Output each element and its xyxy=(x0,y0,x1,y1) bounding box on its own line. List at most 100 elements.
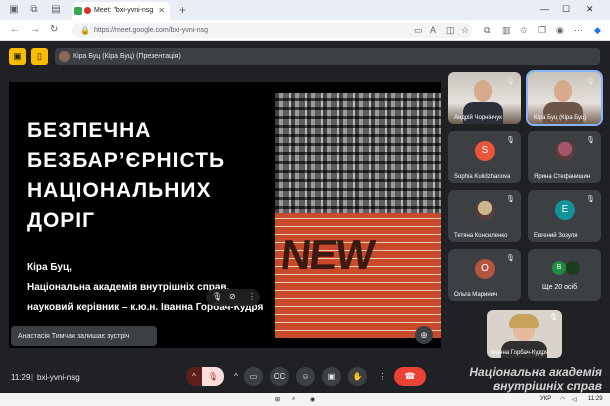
separator: | xyxy=(31,373,34,382)
profile-icon[interactable]: ◉ xyxy=(556,25,564,36)
slide-body: Кіра Буц, Національна академія внутрішні… xyxy=(27,258,277,318)
minimize-icon[interactable]: — xyxy=(540,4,549,14)
taskbar-clock: 11:29 xyxy=(588,396,603,402)
presenter-pill[interactable]: Кіра Буц (Кіра Буц) (Презентація) xyxy=(55,48,600,65)
more-avatar: B xyxy=(552,261,566,275)
search-icon[interactable]: ⌕ xyxy=(292,396,295,403)
favorite-star-icon[interactable]: ☆ xyxy=(461,25,469,36)
video-options-button[interactable]: ^ xyxy=(230,367,242,386)
captions-button[interactable]: CC xyxy=(270,367,289,386)
participant-avatar: S xyxy=(475,141,495,161)
read-aloud-icon[interactable]: A xyxy=(430,25,436,35)
tab-meet[interactable]: Meet: "bxi-yvni-nsg ✕ xyxy=(72,2,170,20)
participant-name: Sophia Kulidzhanova xyxy=(454,174,511,180)
participant-name: Тетяна Консиленко xyxy=(454,233,508,239)
participant-name: Ще 20 осіб xyxy=(542,284,578,291)
close-tab-icon[interactable]: ✕ xyxy=(158,6,165,15)
participant-photo xyxy=(555,141,575,161)
reload-icon[interactable]: ↻ xyxy=(50,24,58,35)
participant-tile[interactable]: B Ще 20 осіб xyxy=(528,249,601,301)
close-window-icon[interactable]: ✕ xyxy=(586,4,594,15)
presenter-avatar xyxy=(59,51,70,62)
meeting-clock: 11:29 xyxy=(11,373,31,382)
more-actions-button[interactable]: ⋮ xyxy=(373,367,392,386)
participant-face xyxy=(474,80,492,102)
mic-toggle-button[interactable]: 🎙 xyxy=(202,367,224,386)
participant-tile[interactable]: 🎙 Тетяна Консиленко xyxy=(448,190,521,242)
maximize-icon[interactable]: ☐ xyxy=(562,4,570,15)
watermark-line2: внутрішніх справ xyxy=(492,379,602,393)
self-hair xyxy=(509,314,539,328)
slide-title: БЕЗПЕЧНА БЕЗБАР’ЄРНІСТЬ НАЦІОНАЛЬНИХ ДОР… xyxy=(27,119,226,232)
url-text: https://meet.google.com/bxi-yvni-nsg xyxy=(94,27,208,34)
zoom-icon[interactable]: ⊕ xyxy=(415,326,433,344)
participant-mic-off-icon: 🎙 xyxy=(506,78,515,85)
participant-tile[interactable]: 🎙 Ярина Стефанишин xyxy=(528,131,601,183)
url-input[interactable]: 🔒 https://meet.google.com/bxi-yvni-nsg xyxy=(72,23,472,38)
presenter-label: Кіра Буц (Кіра Буц) (Презентація) xyxy=(73,53,181,60)
split-screen-icon[interactable]: ◫ xyxy=(446,25,455,36)
graffiti-text: NEW xyxy=(278,231,376,278)
volume-icon[interactable]: ◁ xyxy=(572,396,577,403)
participant-mic-off-icon: 🎙 xyxy=(506,137,515,144)
extensions-icon[interactable]: ⧉ xyxy=(484,25,490,36)
participant-tile[interactable]: S 🎙 Sophia Kulidzhanova xyxy=(448,131,521,183)
workspaces-icon[interactable]: ▤ xyxy=(50,4,62,16)
language-indicator[interactable]: УКР xyxy=(540,396,551,402)
activities-button[interactable]: ▣ xyxy=(9,48,26,65)
participant-name: Андрій Чорнінчук xyxy=(454,115,502,121)
meeting-code: bxi-yvni-nsg xyxy=(37,373,80,382)
back-icon[interactable]: ← xyxy=(10,24,20,35)
more-options-icon[interactable]: ⋮ xyxy=(248,292,256,301)
participant-avatar: О xyxy=(475,259,495,279)
participant-face xyxy=(554,80,572,102)
tab-title: Meet: "bxi-yvni-nsg xyxy=(94,7,154,14)
notes-button[interactable]: ▯ xyxy=(31,48,48,65)
browser-tab-bar: ▣ ⧉ ▤ Meet: "bxi-yvni-nsg ✕ + — ☐ ✕ xyxy=(0,0,610,20)
split-icon[interactable]: ▥ xyxy=(502,25,511,36)
emoji-reactions-button[interactable]: ☺ xyxy=(296,367,315,386)
self-view[interactable]: 🎙 Іванна Горбач-Кудря xyxy=(487,310,562,358)
slide-author: Кіра Буц, xyxy=(27,262,72,273)
meet-top-bar: ▣ ▯ Кіра Буц (Кіра Буц) (Презентація) xyxy=(0,41,610,71)
participant-tile[interactable]: 🎙 Кіра Буц (Кіра Буц) xyxy=(526,70,603,126)
participant-mic-off-icon: 🎙 xyxy=(506,255,515,262)
favorites-icon[interactable]: ✩ xyxy=(520,25,528,36)
participant-name: Ярина Стефанишин xyxy=(534,174,591,180)
start-icon[interactable]: ⊞ xyxy=(275,396,280,403)
participant-tile[interactable]: О 🎙 Ольга Маринич xyxy=(448,249,521,301)
camera-icon[interactable]: ▭ xyxy=(414,25,423,36)
edge-taskbar-icon[interactable]: ◉ xyxy=(310,396,315,403)
copilot-icon[interactable]: ◆ xyxy=(594,25,601,36)
raise-hand-button[interactable]: ✋ xyxy=(348,367,367,386)
audio-options-button[interactable]: ^ xyxy=(186,367,202,386)
participant-name: Евгений Зозуля xyxy=(534,233,578,239)
self-name: Іванна Горбач-Кудря xyxy=(491,350,549,356)
leave-notification: Анастасія Тимчак залишає зустріч xyxy=(11,326,157,346)
more-menu-icon[interactable]: ⋯ xyxy=(574,25,583,36)
academy-watermark: Національна академія внутрішніх справ xyxy=(434,365,602,393)
participant-mic-off-icon: 🎙 xyxy=(506,196,515,203)
participant-avatar: E xyxy=(555,200,575,220)
present-screen-button[interactable]: ▣ xyxy=(322,367,341,386)
wifi-icon[interactable]: ◠ xyxy=(560,396,565,403)
forward-icon[interactable]: → xyxy=(30,24,40,35)
mic-off-icon[interactable]: 🎙 xyxy=(212,292,222,301)
lock-icon: 🔒 xyxy=(80,26,90,35)
leave-call-button[interactable]: ☎ xyxy=(394,367,426,386)
more-avatar-photo xyxy=(566,261,580,275)
new-tab-icon[interactable]: + xyxy=(179,3,186,17)
window-menu-icon[interactable]: ▣ xyxy=(8,4,20,16)
tab-actions-icon[interactable]: ⧉ xyxy=(28,4,40,16)
participant-name: Кіра Буц (Кіра Буц) xyxy=(534,115,587,121)
participant-tile[interactable]: 🎙 Андрій Чорнінчук xyxy=(448,72,521,124)
watermark-line1: Національна академія xyxy=(469,365,602,379)
camera-toggle-button[interactable]: ▭ xyxy=(244,367,263,386)
collections-icon[interactable]: ❐ xyxy=(538,25,546,36)
camera-off-icon[interactable]: ⊘ xyxy=(229,292,236,301)
participant-tile[interactable]: E 🎙 Евгений Зозуля xyxy=(528,190,601,242)
presenter-controls: 🎙 ⊘ ⋮ xyxy=(206,289,260,306)
os-taskbar: ⊞ ⌕ ◉ УКР ◠ ◁ 11:29 xyxy=(0,393,610,406)
recording-dot-icon xyxy=(84,7,91,14)
participant-mic-off-icon: 🎙 xyxy=(586,78,595,85)
